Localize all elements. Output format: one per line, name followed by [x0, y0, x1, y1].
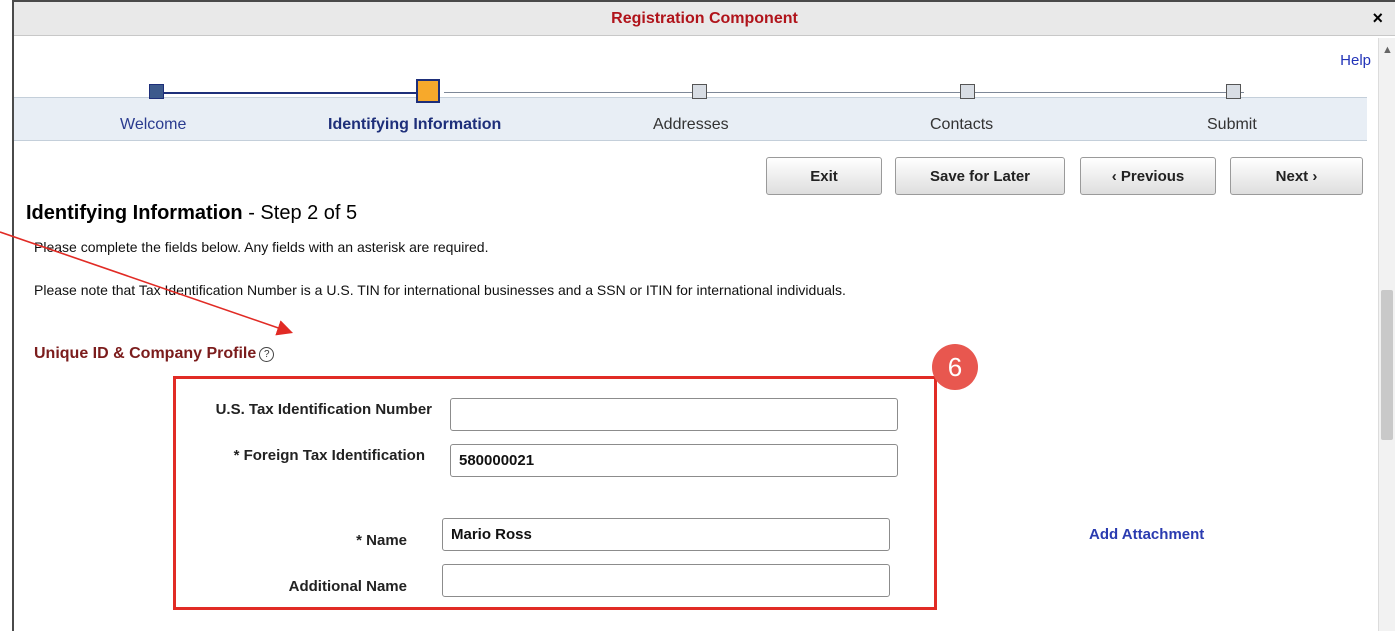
- instruction-tin-note: Please note that Tax Identification Numb…: [34, 282, 846, 298]
- foreign-tin-label: * Foreign Tax Identification: [233, 447, 425, 464]
- instruction-required-fields: Please complete the fields below. Any fi…: [34, 239, 489, 255]
- add-attachment-link[interactable]: Add Attachment: [1089, 526, 1204, 543]
- scroll-thumb[interactable]: [1381, 290, 1393, 440]
- us-tin-label: U.S. Tax Identification Number: [215, 401, 432, 418]
- us-tin-input[interactable]: [450, 398, 898, 431]
- registration-window: Registration Component × Help ▲ Welcome …: [12, 0, 1395, 631]
- step-label-identifying-information: Identifying Information: [328, 116, 502, 133]
- scroll-up-icon[interactable]: ▲: [1382, 44, 1393, 56]
- page-title-main: Identifying Information: [26, 202, 243, 224]
- step-label-addresses: Addresses: [653, 116, 729, 133]
- close-icon[interactable]: ×: [1372, 8, 1383, 29]
- section-title: Unique ID & Company Profile?: [34, 345, 275, 363]
- annotation-badge: 6: [932, 344, 978, 390]
- name-label: * Name: [356, 532, 407, 549]
- step-marker-submit: [1226, 84, 1241, 99]
- step-connector-pending: [444, 92, 1244, 93]
- help-link[interactable]: Help: [1340, 52, 1371, 69]
- window-title: Registration Component: [611, 10, 798, 27]
- page-title: Identifying Information - Step 2 of 5: [26, 202, 357, 225]
- step-marker-addresses: [692, 84, 707, 99]
- step-marker-contacts: [960, 84, 975, 99]
- foreign-tin-input[interactable]: [450, 444, 898, 477]
- additional-name-label: Additional Name: [288, 578, 407, 595]
- step-label-submit: Submit: [1207, 116, 1257, 133]
- next-button[interactable]: Next ›: [1230, 157, 1363, 195]
- step-connector-completed: [163, 92, 434, 94]
- step-marker-identifying-information[interactable]: [416, 79, 440, 103]
- exit-button[interactable]: Exit: [766, 157, 882, 195]
- previous-button[interactable]: ‹ Previous: [1080, 157, 1216, 195]
- page-title-step: - Step 2 of 5: [242, 202, 358, 224]
- help-circle-icon[interactable]: ?: [259, 347, 275, 362]
- step-label-contacts: Contacts: [930, 116, 994, 133]
- step-label-welcome[interactable]: Welcome: [120, 116, 186, 134]
- save-for-later-button[interactable]: Save for Later: [895, 157, 1065, 195]
- title-bar: Registration Component ×: [14, 2, 1395, 36]
- additional-name-input[interactable]: [442, 564, 890, 597]
- step-marker-welcome[interactable]: [149, 84, 164, 99]
- section-title-text: Unique ID & Company Profile: [34, 345, 257, 362]
- vertical-scrollbar[interactable]: ▲: [1378, 38, 1395, 631]
- name-input[interactable]: [442, 518, 890, 551]
